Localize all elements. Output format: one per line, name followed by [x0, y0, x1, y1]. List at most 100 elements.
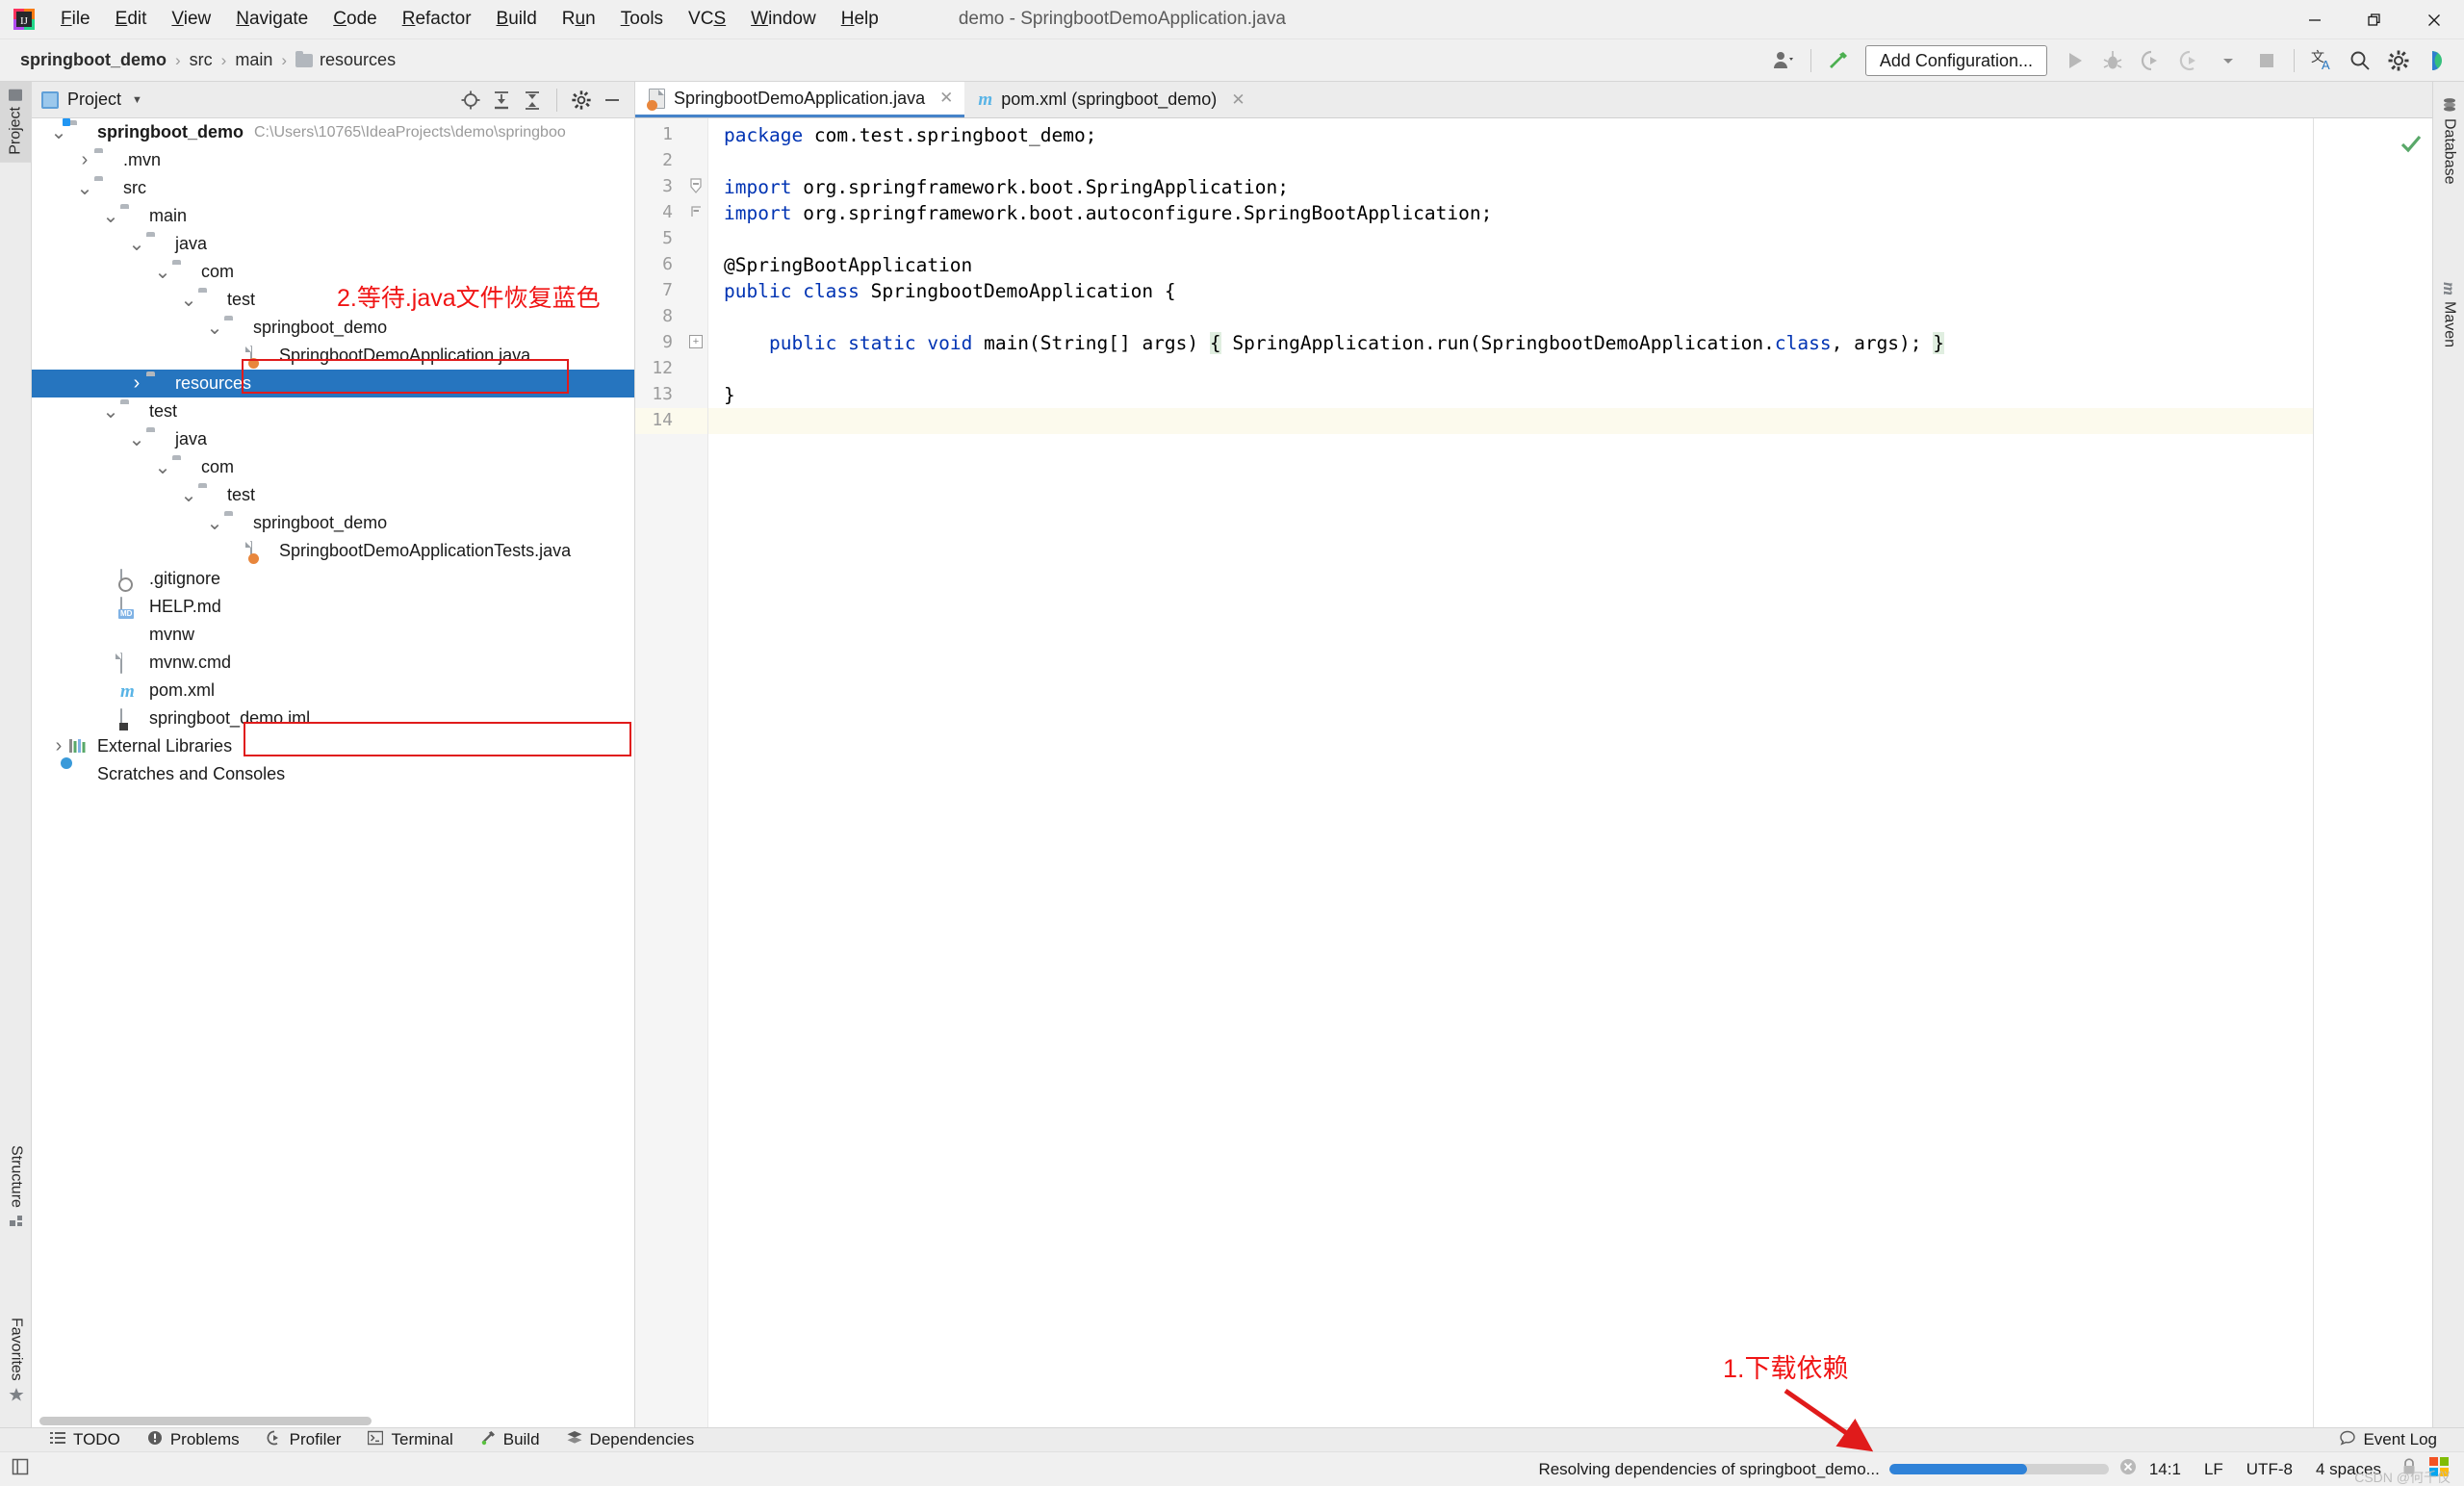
sidebar-item-maven[interactable]: m Maven: [2433, 274, 2464, 355]
bottom-item-problems[interactable]: Problems: [134, 1428, 253, 1452]
no-problems-checkmark-icon[interactable]: [2400, 132, 2423, 160]
chevron-down-icon[interactable]: ⌄: [153, 268, 172, 277]
sidebar-item-database[interactable]: Database: [2433, 90, 2464, 192]
sidebar-item-project[interactable]: Project: [0, 82, 32, 163]
cancel-circle-icon[interactable]: [2118, 1457, 2138, 1481]
tree-node-java[interactable]: ⌄java: [32, 425, 634, 453]
close-icon[interactable]: ✕: [1231, 90, 1245, 110]
ide-assistant-icon[interactable]: [2418, 41, 2456, 80]
chevron-down-icon[interactable]: ⌄: [153, 463, 172, 473]
hide-panel-icon[interactable]: [598, 86, 627, 115]
translate-icon[interactable]: 文A: [2302, 41, 2341, 80]
code-line[interactable]: public class SpringbootDemoApplication {: [724, 281, 1176, 302]
tree-node-resources[interactable]: ›resources: [32, 370, 634, 397]
chevron-down-icon[interactable]: ⌄: [101, 212, 120, 221]
chevron-down-icon[interactable]: ⌄: [179, 491, 198, 500]
settings-gear-icon[interactable]: [567, 86, 596, 115]
menu-help[interactable]: Help: [829, 6, 891, 33]
tree-node-com[interactable]: ⌄com: [32, 453, 634, 481]
line-separator[interactable]: LF: [2193, 1460, 2235, 1479]
bottom-item-terminal[interactable]: Terminal: [354, 1428, 466, 1452]
menu-navigate[interactable]: Navigate: [223, 6, 321, 33]
menu-run[interactable]: Run: [550, 6, 608, 33]
search-everywhere-icon[interactable]: [2341, 41, 2379, 80]
tree-node-springboot-demo[interactable]: ⌄springboot_demoC:\Users\10765\IdeaProje…: [32, 118, 634, 146]
chevron-down-icon[interactable]: ⌄: [205, 519, 224, 528]
fold-region-icon[interactable]: [689, 205, 703, 218]
code-line[interactable]: public static void main(String[] args) {…: [724, 333, 1944, 354]
chevron-down-icon[interactable]: ⌄: [127, 240, 146, 249]
bottom-item-todo[interactable]: TODO: [37, 1428, 134, 1452]
tab-springbootdemoapplication-java[interactable]: SpringbootDemoApplication.java ✕: [635, 82, 964, 117]
tree-node-springboot-demo-iml[interactable]: springboot_demo.iml: [32, 705, 634, 732]
code-line[interactable]: }: [724, 385, 735, 406]
debug-icon[interactable]: [2093, 41, 2132, 80]
close-icon[interactable]: [2404, 0, 2464, 39]
chevron-down-icon[interactable]: ▼: [132, 94, 142, 106]
tree-node-mvnw[interactable]: mvnw: [32, 621, 634, 649]
tree-node-test[interactable]: ⌄test: [32, 481, 634, 509]
locate-target-icon[interactable]: [456, 86, 485, 115]
add-configuration-button[interactable]: Add Configuration...: [1865, 45, 2047, 76]
chevron-right-icon[interactable]: ›: [127, 372, 146, 395]
menu-refactor[interactable]: Refactor: [390, 6, 484, 33]
menu-bar[interactable]: File Edit View Navigate Code Refactor Bu…: [48, 6, 891, 33]
run-with-coverage-icon[interactable]: [2132, 41, 2170, 80]
code-line[interactable]: import org.springframework.boot.autoconf…: [724, 203, 1492, 224]
menu-file[interactable]: File: [48, 6, 103, 33]
menu-build[interactable]: Build: [484, 6, 550, 33]
tree-node-src[interactable]: ⌄src: [32, 174, 634, 202]
hide-tool-windows-icon[interactable]: [10, 1456, 31, 1482]
tree-node-java[interactable]: ⌄java: [32, 230, 634, 258]
tree-node-mvnw-cmd[interactable]: mvnw.cmd: [32, 649, 634, 677]
tree-node-gitignore[interactable]: .gitignore: [32, 565, 634, 593]
chevron-down-icon[interactable]: ⌄: [49, 128, 68, 138]
tree-node-test[interactable]: ⌄test: [32, 397, 634, 425]
close-icon[interactable]: ✕: [939, 89, 953, 108]
tree-node-pom-xml[interactable]: mpom.xml: [32, 677, 634, 705]
fold-collapse-icon[interactable]: [689, 179, 703, 192]
menu-code[interactable]: Code: [321, 6, 389, 33]
user-account-icon[interactable]: [1764, 41, 1803, 80]
breadcrumb-item-resources[interactable]: resources: [291, 48, 400, 72]
project-tree-hscrollbar[interactable]: [39, 1417, 372, 1425]
tree-node-external-libraries[interactable]: ›External Libraries: [32, 732, 634, 760]
code-line[interactable]: @SpringBootApplication: [724, 255, 972, 276]
sidebar-item-structure[interactable]: Structure: [0, 1138, 32, 1235]
code-line[interactable]: package com.test.springboot_demo;: [724, 125, 1096, 146]
tree-node-springboot-demo[interactable]: ⌄springboot_demo: [32, 509, 634, 537]
fold-expand-icon[interactable]: +: [689, 335, 703, 348]
stop-icon[interactable]: [2247, 41, 2286, 80]
run-icon[interactable]: [2055, 41, 2093, 80]
tree-node-springbootdemoapplicationtests-java[interactable]: SpringbootDemoApplicationTests.java: [32, 537, 634, 565]
chevron-down-icon[interactable]: ⌄: [205, 323, 224, 333]
menu-tools[interactable]: Tools: [608, 6, 676, 33]
sidebar-item-favorites[interactable]: Favorites: [0, 1310, 32, 1410]
chevron-right-icon[interactable]: ›: [49, 735, 68, 757]
tab-pom-xml[interactable]: m pom.xml (springboot_demo) ✕: [964, 82, 1256, 117]
editor-code[interactable]: package com.test.springboot_demo;import …: [708, 118, 2432, 1427]
chevron-down-icon[interactable]: ⌄: [127, 435, 146, 445]
bottom-item-profiler[interactable]: Profiler: [253, 1428, 355, 1452]
minimize-icon[interactable]: [2285, 0, 2345, 39]
caret-position[interactable]: 14:1: [2138, 1460, 2193, 1479]
menu-vcs[interactable]: VCS: [676, 6, 738, 33]
settings-gear-icon[interactable]: [2379, 41, 2418, 80]
chevron-right-icon[interactable]: ›: [75, 149, 94, 171]
collapse-all-icon[interactable]: [518, 86, 547, 115]
breadcrumb-item-main[interactable]: main: [230, 48, 277, 72]
menu-view[interactable]: View: [159, 6, 223, 33]
bottom-item-build[interactable]: Build: [467, 1428, 553, 1452]
editor-gutter[interactable]: 123456789+121314: [635, 118, 708, 1427]
breadcrumb-item-src[interactable]: src: [185, 48, 218, 72]
expand-all-icon[interactable]: [487, 86, 516, 115]
code-line[interactable]: import org.springframework.boot.SpringAp…: [724, 177, 1289, 198]
menu-window[interactable]: Window: [738, 6, 829, 33]
bottom-item-dependencies[interactable]: Dependencies: [553, 1428, 708, 1452]
menu-edit[interactable]: Edit: [103, 6, 160, 33]
file-encoding[interactable]: UTF-8: [2235, 1460, 2304, 1479]
chevron-down-icon[interactable]: ⌄: [179, 295, 198, 305]
chevron-down-icon[interactable]: ⌄: [101, 407, 120, 417]
profile-icon[interactable]: [2170, 41, 2209, 80]
tree-node-springbootdemoapplication-java[interactable]: SpringbootDemoApplication.java: [32, 342, 634, 370]
